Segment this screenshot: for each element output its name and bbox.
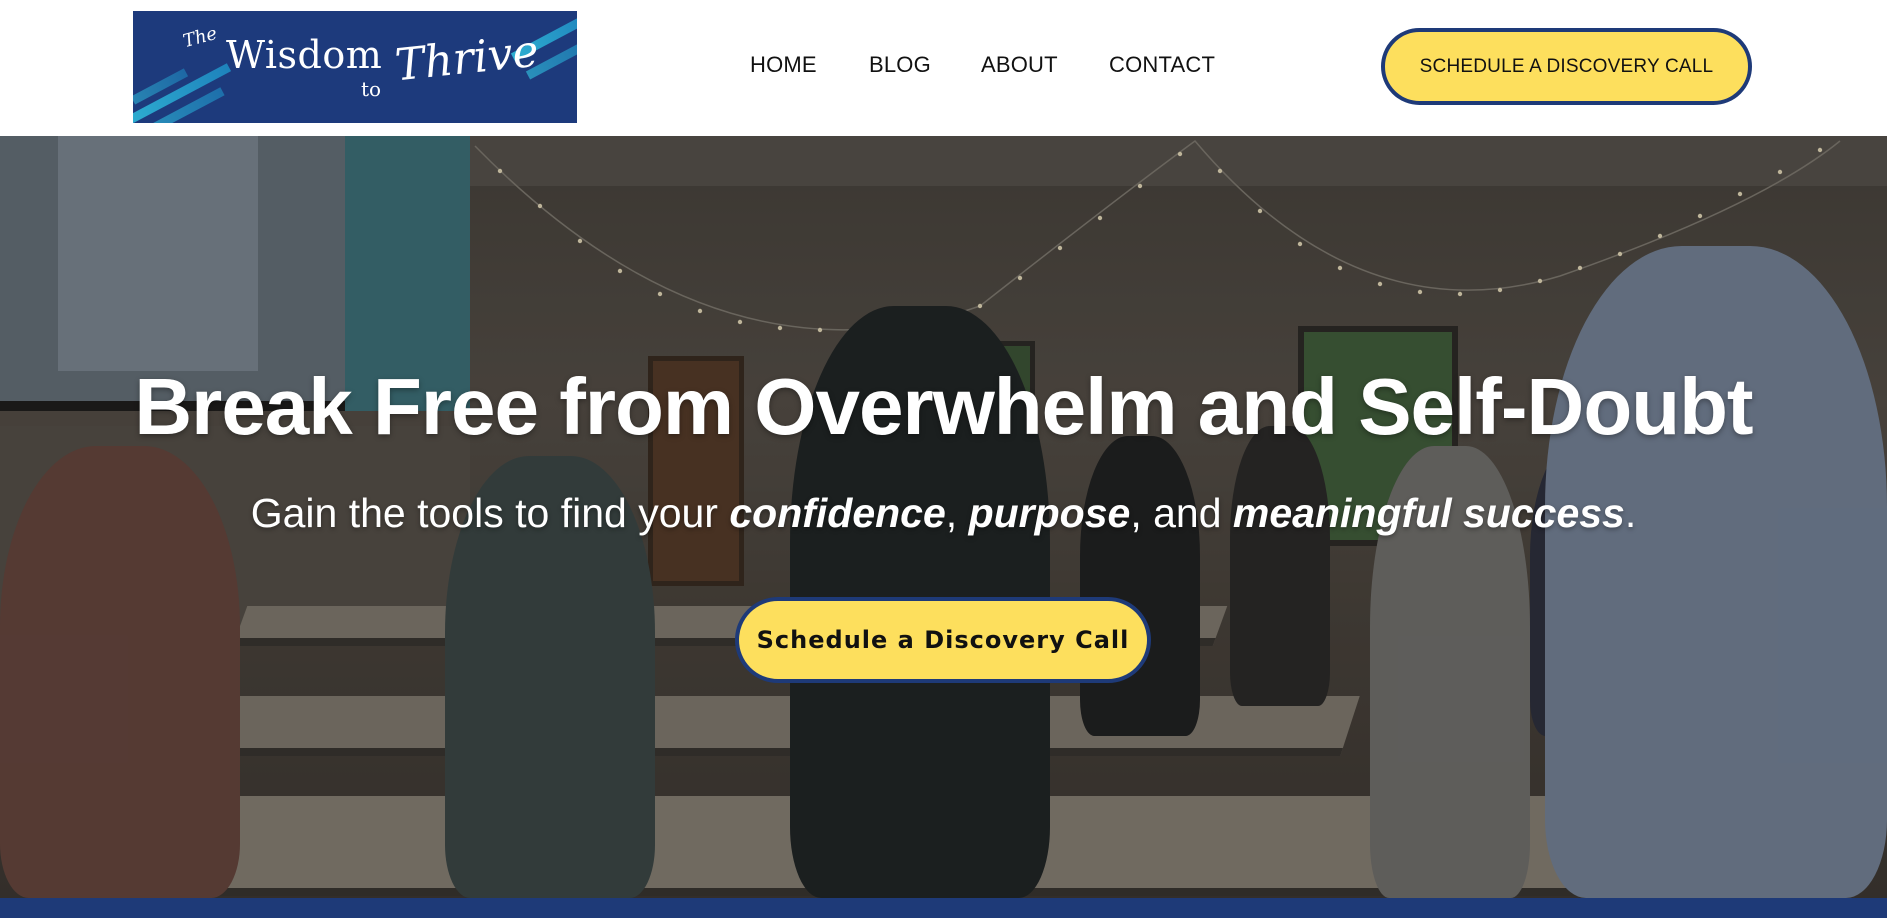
hero-section: Break Free from Overwhelm and Self-Doubt… <box>0 136 1887 898</box>
hero-subtitle-text: . <box>1624 490 1637 536</box>
site-header: The Wisdom to Thrive HOME BLOG ABOUT CON… <box>0 0 1887 136</box>
hero-subtitle: Gain the tools to find your confidence , … <box>0 490 1887 537</box>
site-logo[interactable]: The Wisdom to Thrive <box>133 11 577 123</box>
nav-contact-link[interactable]: CONTACT <box>1109 52 1215 78</box>
nav-blog-link[interactable]: BLOG <box>869 52 931 78</box>
hero-schedule-call-button[interactable]: Schedule a Discovery Call <box>735 597 1151 683</box>
hero-subtitle-emphasis: confidence <box>729 490 946 536</box>
hero-subtitle-text: Gain the tools to find your <box>250 490 730 536</box>
hero-title: Break Free from Overwhelm and Self-Doubt <box>134 362 1753 451</box>
nav-about-link[interactable]: ABOUT <box>981 52 1058 78</box>
header-schedule-call-button[interactable]: SCHEDULE A DISCOVERY CALL <box>1381 28 1752 105</box>
logo-text-wisdom: Wisdom <box>226 33 383 77</box>
logo-text-the: The <box>180 22 220 53</box>
nav-home-link[interactable]: HOME <box>750 52 817 78</box>
logo-text-to: to <box>361 77 382 101</box>
logo-text-thrive: Thrive <box>392 25 541 92</box>
hero-subtitle-text: , <box>945 490 969 536</box>
hero-subtitle-emphasis: purpose <box>968 490 1131 536</box>
hero-subtitle-emphasis: meaningful success <box>1232 490 1625 536</box>
section-divider-bar <box>0 898 1887 918</box>
hero-subtitle-text: , and <box>1130 490 1233 536</box>
